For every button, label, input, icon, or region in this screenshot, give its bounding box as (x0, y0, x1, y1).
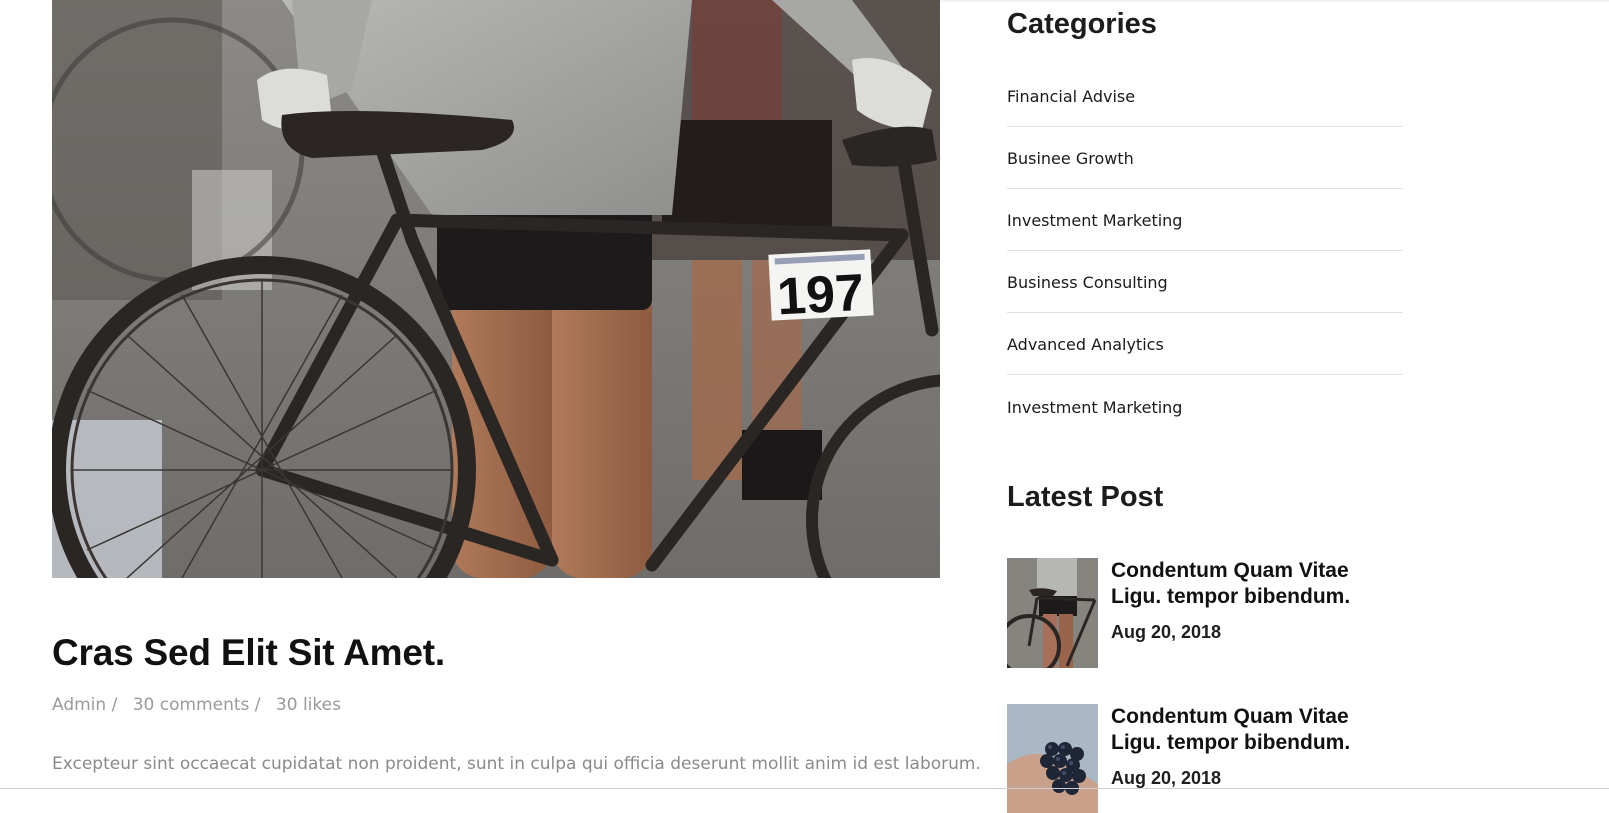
latest-post-date: Aug 20, 2018 (1111, 768, 1222, 788)
post-excerpt: Excepteur sint occaecat cupidatat non pr… (52, 750, 981, 778)
latest-post-text: Condentum Quam Vitae Ligu. tempor bibend… (1111, 704, 1401, 789)
latest-post-text: Condentum Quam Vitae Ligu. tempor bibend… (1111, 558, 1401, 643)
latest-post-thumbnail[interactable] (1007, 704, 1098, 813)
latest-post-item[interactable]: Condentum Quam Vitae Ligu. tempor bibend… (1007, 704, 1403, 813)
post-comments-link[interactable]: 30 comments / (133, 695, 261, 715)
bib-number: 197 (776, 264, 866, 326)
post-meta: Admin / 30 comments / 30 likes (52, 695, 351, 715)
categories-list: Financial Advise Businee Growth Investme… (1007, 65, 1403, 437)
latest-post-thumbnail[interactable] (1007, 558, 1098, 668)
post-author-link[interactable]: Admin / (52, 695, 117, 715)
category-link-financial-advise[interactable]: Financial Advise (1007, 65, 1403, 127)
category-link-business-consulting[interactable]: Business Consulting (1007, 251, 1403, 313)
latest-post-title[interactable]: Condentum Quam Vitae Ligu. tempor bibend… (1111, 704, 1401, 756)
latest-post-item[interactable]: Condentum Quam Vitae Ligu. tempor bibend… (1007, 558, 1403, 668)
header-shadow (940, 0, 1609, 3)
featured-image: 197 (52, 0, 940, 578)
category-link-advanced-analytics[interactable]: Advanced Analytics (1007, 313, 1403, 375)
blog-post-page: 197 Cras Sed Elit Sit Amet. Admin / 30 c… (0, 0, 1609, 813)
post-excerpt-text: Excepteur sint occaecat cupidatat non pr… (52, 754, 981, 774)
category-link-investment-marketing[interactable]: Investment Marketing (1007, 189, 1403, 251)
post-likes-link[interactable]: 30 likes (276, 695, 341, 715)
post-title[interactable]: Cras Sed Elit Sit Amet. (52, 632, 445, 674)
latest-post-heading: Latest Post (1007, 481, 1164, 513)
category-link-businee-growth[interactable]: Businee Growth (1007, 127, 1403, 189)
latest-post-date: Aug 20, 2018 (1111, 622, 1222, 642)
categories-heading: Categories (1007, 8, 1157, 40)
category-link-investment-marketing-2[interactable]: Investment Marketing (1007, 375, 1403, 437)
latest-post-title[interactable]: Condentum Quam Vitae Ligu. tempor bibend… (1111, 558, 1401, 610)
bottom-divider (0, 788, 1609, 789)
